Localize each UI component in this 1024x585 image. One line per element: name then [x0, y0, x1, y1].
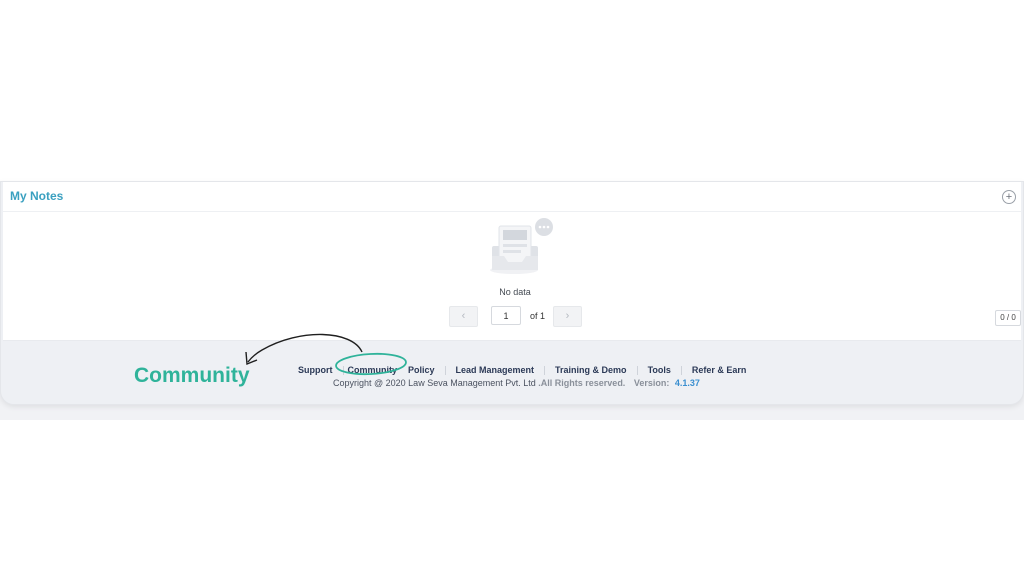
rights-text: .All Rights reserved.: [538, 378, 626, 388]
version-label: Version:: [633, 378, 670, 388]
footer-separator: [680, 365, 682, 375]
footer-separator: [544, 365, 546, 375]
footer-link-community[interactable]: Community: [348, 365, 398, 375]
add-note-button[interactable]: +: [1002, 190, 1016, 204]
copyright-line: Copyright @ 2020 Law Seva Management Pvt…: [333, 378, 700, 388]
footer-separator: [444, 365, 446, 375]
notes-panel: My Notes + No data ‹ of 1 › 0 / 0: [3, 182, 1021, 341]
footer-link-tools[interactable]: Tools: [648, 365, 671, 375]
record-count-badge: 0 / 0: [995, 310, 1021, 326]
page-total-text: of 1: [530, 311, 546, 321]
pager-prev-button[interactable]: ‹: [449, 306, 478, 327]
panel-header: My Notes +: [3, 182, 1021, 212]
copyright-text: Copyright @ 2020 Law Seva Management Pvt…: [333, 378, 536, 388]
annotation-label: Community: [134, 364, 250, 387]
footer-separator: [636, 365, 638, 375]
pager-next-button[interactable]: ›: [553, 306, 582, 327]
page-number-input[interactable]: [491, 306, 521, 325]
footer-link-lead-management[interactable]: Lead Management: [456, 365, 535, 375]
footer-separator: [342, 365, 344, 375]
footer-nav: Support Community Policy Lead Management…: [298, 364, 746, 376]
footer-link-refer-earn[interactable]: Refer & Earn: [692, 365, 747, 375]
empty-inbox-icon: [490, 218, 553, 274]
footer-separator: [402, 366, 403, 375]
footer-link-policy[interactable]: Policy: [408, 365, 435, 375]
panel-title: My Notes: [10, 189, 64, 203]
footer-link-support[interactable]: Support: [298, 365, 333, 375]
footer-link-training-demo[interactable]: Training & Demo: [555, 365, 627, 375]
no-data-text: No data: [499, 287, 531, 297]
version-number: 4.1.37: [674, 378, 700, 388]
